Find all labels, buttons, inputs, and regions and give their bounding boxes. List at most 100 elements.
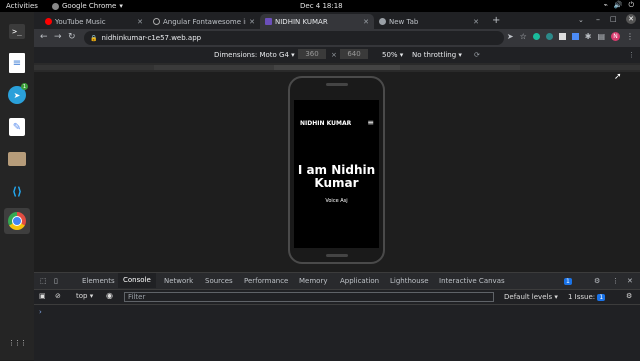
device-selector[interactable]: Dimensions: Moto G4 ▾ bbox=[214, 51, 295, 59]
extension-icon[interactable] bbox=[571, 33, 579, 40]
tab-strip: YouTube Music ✕ Angular Fontawesome in ✕… bbox=[34, 12, 640, 29]
throttling-selector[interactable]: No throttling ▾ bbox=[412, 51, 462, 59]
extensions-puzzle-icon[interactable]: ✱ bbox=[585, 32, 592, 41]
dock-telegram[interactable]: ➤ 1 bbox=[4, 82, 30, 108]
address-bar[interactable]: 🔒 nidhinkumar-c1e57.web.app bbox=[84, 31, 504, 45]
volume-icon: 🔊 bbox=[613, 1, 623, 9]
issues-link[interactable]: 1 Issue: 1 bbox=[568, 293, 606, 301]
tab-performance[interactable]: Performance bbox=[244, 277, 288, 285]
app-name: Google Chrome bbox=[62, 2, 117, 10]
zoom-selector[interactable]: 50% ▾ bbox=[382, 51, 403, 59]
console-settings-icon[interactable]: ⚙ bbox=[626, 292, 632, 300]
phone-speaker bbox=[326, 254, 348, 257]
devtools-panel: ⬚ ▯ Elements Console Network Sources Per… bbox=[34, 272, 640, 361]
vscode-icon: ⟨⟩ bbox=[11, 184, 23, 198]
mouse-cursor-icon: ➚ bbox=[614, 72, 622, 82]
tab-elements[interactable]: Elements bbox=[82, 277, 115, 285]
tab-memory[interactable]: Memory bbox=[299, 277, 327, 285]
tab-interactive-canvas[interactable]: Interactive Canvas bbox=[439, 277, 505, 285]
settings-gear-icon[interactable]: ⚙ bbox=[594, 277, 600, 285]
close-icon[interactable]: ✕ bbox=[473, 18, 479, 26]
dock-vscode[interactable]: ⟨⟩ bbox=[4, 178, 30, 204]
console-prompt[interactable]: › bbox=[39, 308, 42, 316]
activities-button[interactable]: Activities bbox=[6, 2, 38, 10]
dock: >_ ≡ ➤ 1 ✎ ⟨⟩ ⋮⋮⋮ bbox=[0, 12, 34, 360]
media-icon[interactable]: ▤ bbox=[597, 32, 605, 41]
profile-avatar[interactable]: N bbox=[611, 32, 620, 41]
extension-icon[interactable] bbox=[558, 33, 566, 40]
system-tray[interactable]: ⌁ 🔊 ⏻ bbox=[604, 1, 634, 10]
clear-console-icon[interactable]: ⊘ bbox=[55, 292, 61, 300]
reload-button[interactable]: ↻ bbox=[68, 32, 76, 42]
close-window-button[interactable]: ✕ bbox=[626, 14, 636, 24]
youtube-music-icon bbox=[45, 18, 52, 25]
hero-heading: I am Nidhin Kumar bbox=[297, 163, 376, 190]
tab-console[interactable]: Console bbox=[118, 273, 156, 288]
close-devtools-icon[interactable]: ✕ bbox=[627, 277, 633, 285]
system-top-bar: Activities Google Chrome ▾ Dec 4 18:18 ⌁… bbox=[0, 0, 640, 12]
clock[interactable]: Dec 4 18:18 bbox=[300, 2, 343, 10]
filter-input[interactable]: Filter bbox=[124, 292, 494, 302]
page-screen[interactable]: NIDHIN KUMAR ≡ I am Nidhin Kumar Voice A… bbox=[294, 100, 379, 248]
viewport-height-input[interactable] bbox=[340, 49, 368, 59]
notification-badge: 1 bbox=[21, 83, 28, 90]
network-icon: ⌁ bbox=[603, 1, 608, 9]
show-applications-button[interactable]: ⋮⋮⋮ bbox=[4, 330, 30, 356]
context-selector[interactable]: top ▾ bbox=[76, 292, 93, 300]
devtools-tabbar: ⬚ ▯ Elements Console Network Sources Per… bbox=[34, 273, 640, 290]
phone-speaker bbox=[326, 83, 348, 86]
bookmark-star-icon[interactable]: ☆ bbox=[520, 32, 527, 41]
tab-angular-fontawesome[interactable]: Angular Fontawesome in ✕ bbox=[148, 14, 260, 29]
viewport-width-input[interactable] bbox=[298, 49, 326, 59]
dock-files[interactable] bbox=[4, 146, 30, 172]
forward-button[interactable]: → bbox=[54, 32, 62, 42]
dock-notes[interactable]: ✎ bbox=[4, 114, 30, 140]
tab-sources[interactable]: Sources bbox=[205, 277, 233, 285]
extension-icon[interactable] bbox=[545, 33, 553, 40]
tab-nidhin-kumar[interactable]: NIDHIN KUMAR ✕ bbox=[260, 14, 374, 29]
tab-network[interactable]: Network bbox=[164, 277, 193, 285]
dock-terminal[interactable]: >_ bbox=[4, 18, 30, 44]
github-icon bbox=[153, 18, 160, 25]
inspect-element-icon[interactable]: ⬚ bbox=[40, 277, 47, 285]
issues-badge[interactable]: 1 bbox=[564, 277, 572, 285]
chrome-window: YouTube Music ✕ Angular Fontawesome in ✕… bbox=[34, 12, 640, 361]
site-favicon bbox=[265, 18, 272, 25]
tab-youtube-music[interactable]: YouTube Music ✕ bbox=[40, 14, 148, 29]
tab-title: NIDHIN KUMAR bbox=[275, 17, 328, 26]
eye-icon[interactable]: ◉ bbox=[106, 291, 113, 300]
terminal-icon: >_ bbox=[9, 23, 25, 39]
close-icon[interactable]: ✕ bbox=[363, 18, 369, 26]
more-options-icon[interactable]: ⋮ bbox=[612, 277, 619, 285]
chrome-favicon bbox=[379, 18, 386, 25]
new-tab-button[interactable]: + bbox=[492, 15, 500, 26]
minimize-button[interactable]: – bbox=[596, 15, 600, 24]
media-query-ruler bbox=[34, 63, 640, 72]
menu-icon[interactable]: ⋮ bbox=[626, 32, 634, 41]
extension-icon[interactable] bbox=[532, 33, 540, 40]
more-options-icon[interactable]: ⋮ bbox=[628, 51, 635, 59]
site-brand[interactable]: NIDHIN KUMAR bbox=[300, 120, 351, 127]
times-icon: × bbox=[331, 51, 337, 59]
tab-lighthouse[interactable]: Lighthouse bbox=[390, 277, 429, 285]
tab-application[interactable]: Application bbox=[340, 277, 379, 285]
tab-title: Angular Fontawesome in bbox=[163, 17, 247, 26]
rotate-icon[interactable]: ⟳ bbox=[474, 51, 480, 59]
send-tab-icon[interactable]: ➤ bbox=[507, 32, 514, 41]
close-icon[interactable]: ✕ bbox=[137, 18, 143, 26]
tab-search-button[interactable]: ⌄ bbox=[578, 16, 584, 24]
dock-text-editor[interactable]: ≡ bbox=[4, 50, 30, 76]
back-button[interactable]: ← bbox=[40, 32, 48, 42]
device-toolbar: Dimensions: Moto G4 ▾ × 50% ▾ No throttl… bbox=[34, 47, 640, 64]
device-toggle-icon[interactable]: ▯ bbox=[54, 277, 58, 285]
log-levels-selector[interactable]: Default levels ▾ bbox=[504, 293, 558, 301]
tab-new-tab[interactable]: New Tab ✕ bbox=[374, 14, 484, 29]
hamburger-menu-icon[interactable]: ≡ bbox=[367, 118, 374, 127]
maximize-button[interactable]: □ bbox=[610, 15, 617, 23]
power-icon: ⏻ bbox=[628, 1, 634, 9]
sidebar-toggle-icon[interactable]: ▣ bbox=[39, 292, 46, 300]
tab-title: YouTube Music bbox=[55, 17, 106, 26]
dock-chrome[interactable] bbox=[4, 208, 30, 234]
app-menu[interactable]: Google Chrome ▾ bbox=[52, 2, 123, 10]
close-icon[interactable]: ✕ bbox=[249, 18, 255, 26]
